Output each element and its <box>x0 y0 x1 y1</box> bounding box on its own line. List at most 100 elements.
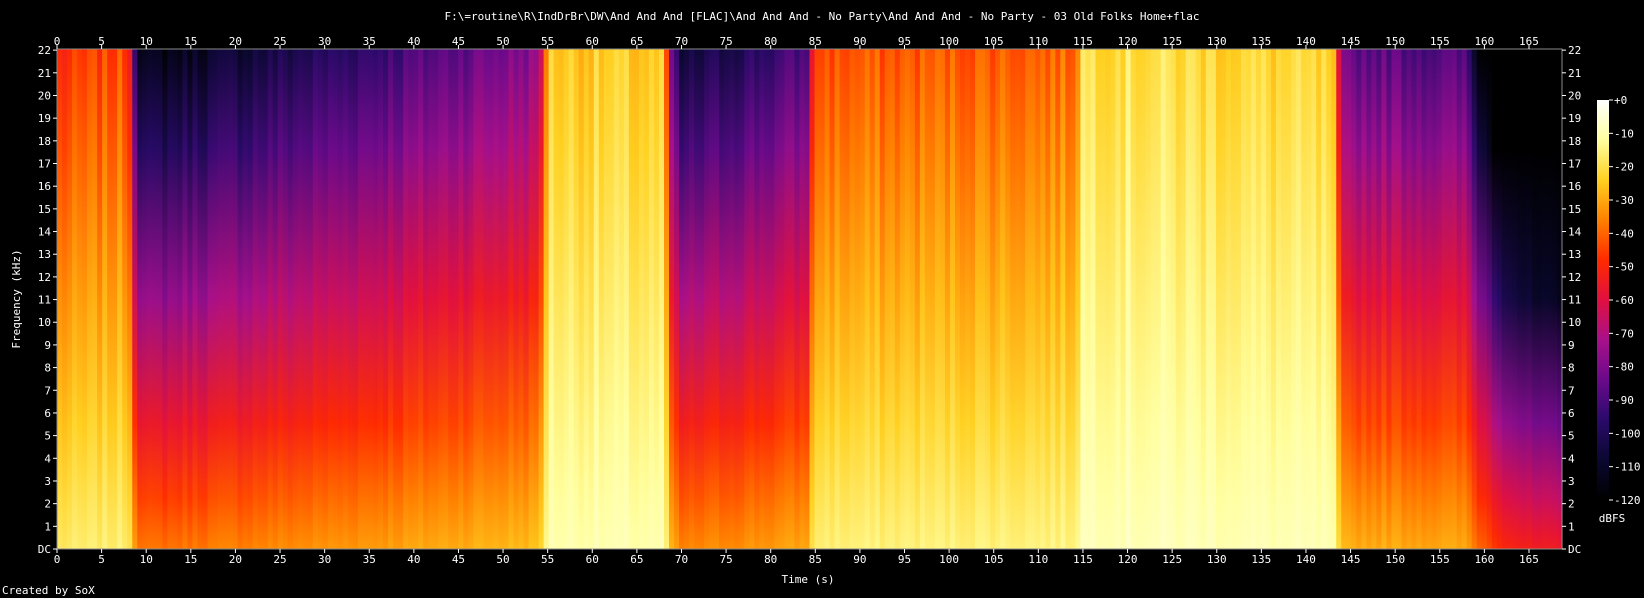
spectrogram-column <box>1045 49 1051 549</box>
colorbar-tick-label: -10 <box>1614 127 1634 140</box>
x-tick-label: 115 <box>1073 35 1093 48</box>
spectrogram-column <box>1406 49 1413 549</box>
x-tick-label: 90 <box>853 553 866 566</box>
spectrogram-column <box>438 49 444 549</box>
spectrogram-column <box>1170 49 1177 549</box>
spectrogram-column <box>292 49 299 549</box>
spectrogram-column <box>1436 49 1443 549</box>
spectrogram-column <box>378 49 384 549</box>
spectrogram-column <box>980 49 986 549</box>
spectrogram-column <box>849 49 856 549</box>
spectrogram-plot <box>57 49 1563 549</box>
x-tick-label: 60 <box>586 35 599 48</box>
spectrogram-column <box>904 49 911 549</box>
spectrogram-column <box>207 49 214 549</box>
spectrogram-column <box>864 49 871 549</box>
spectrogram-column <box>242 49 249 549</box>
spectrogram-column <box>1245 49 1252 549</box>
spectrogram-column <box>393 49 399 549</box>
spectrogram-column <box>142 49 148 549</box>
y-tick-label: 11 <box>38 294 51 307</box>
spectrogram-column <box>312 49 319 549</box>
spectrogram-column <box>1250 49 1257 549</box>
x-tick-label: 155 <box>1430 553 1450 566</box>
spectrogram-column <box>122 49 128 549</box>
spectrogram-column <box>799 49 806 549</box>
x-tick-label: 55 <box>541 553 554 566</box>
y-tick-label: 16 <box>1568 180 1581 193</box>
y-tick-label: 13 <box>38 248 51 261</box>
spectrogram-column <box>483 49 490 549</box>
spectrogram-column <box>834 49 841 549</box>
spectrogram-column <box>689 49 695 549</box>
spectrogram-column <box>659 49 665 549</box>
y-tick-label: 22 <box>1568 44 1581 57</box>
y-tick-label: 10 <box>1568 316 1581 329</box>
spectrogram-column <box>1381 49 1388 549</box>
spectrogram-column <box>1095 49 1102 549</box>
x-tick-label: 135 <box>1251 35 1271 48</box>
spectrogram-column <box>1321 49 1327 549</box>
x-tick-label: 110 <box>1028 35 1048 48</box>
spectrogram-column <box>684 49 690 549</box>
spectrogram-column <box>1441 49 1448 549</box>
x-tick-label: 165 <box>1519 35 1539 48</box>
x-tick-label: 0 <box>54 553 61 566</box>
spectrogram-column <box>87 49 93 549</box>
y-tick-label: 14 <box>38 226 52 239</box>
spectrogram-column <box>1060 49 1066 549</box>
spectrogram-column <box>819 49 826 549</box>
x-tick-label: 20 <box>229 35 242 48</box>
colorbar-tick-label: -20 <box>1614 161 1634 174</box>
spectrogram-column <box>588 49 595 549</box>
spectrogram-column <box>383 49 389 549</box>
y-tick-label: 20 <box>1568 89 1581 102</box>
spectrogram-column <box>488 49 495 549</box>
x-tick-label: 120 <box>1118 553 1138 566</box>
x-tick-label: 70 <box>675 35 688 48</box>
x-tick-label: 75 <box>719 35 732 48</box>
x-tick-label: 30 <box>318 553 331 566</box>
spectrogram-column <box>553 49 560 549</box>
x-tick-label: 145 <box>1341 553 1361 566</box>
spectrogram-column <box>914 49 921 549</box>
spectrogram-column <box>1506 49 1513 549</box>
spectrogram-column <box>1125 49 1132 549</box>
x-tick-label: 90 <box>853 35 866 48</box>
colorbar-gradient <box>1597 100 1609 500</box>
y-tick-label: 12 <box>38 271 51 284</box>
y-tick-label: 19 <box>38 112 51 125</box>
colorbar-tick-label: -110 <box>1614 461 1641 474</box>
spectrogram-column <box>1521 49 1528 549</box>
spectrogram-column <box>844 49 851 549</box>
spectrogram-column <box>1185 49 1192 549</box>
spectrogram-column <box>1080 49 1087 549</box>
x-tick-label: 55 <box>541 35 554 48</box>
spectrogram-column <box>97 49 103 549</box>
colorbar: +0 -10 -20 -30 -40 -50 -60 -70 -80 -90 -100 -110 -12… <box>1597 94 1641 507</box>
spectrogram-column <box>919 49 926 549</box>
y-tick-label: 17 <box>38 158 51 171</box>
x-tick-label: 140 <box>1296 553 1316 566</box>
y-tick-label: 6 <box>1568 407 1575 420</box>
x-tick-label: 165 <box>1519 553 1539 566</box>
spectrogram-column <box>568 49 575 549</box>
y-tick-label: DC <box>38 543 51 556</box>
spectrogram-column <box>1200 49 1207 549</box>
x-tick-label: 80 <box>764 553 777 566</box>
x-tick-label: 85 <box>809 35 822 48</box>
spectrogram-column <box>92 49 98 549</box>
spectrogram-column <box>322 49 329 549</box>
x-tick-label: 40 <box>407 553 420 566</box>
spectrogram-column <box>1165 49 1172 549</box>
x-tick-label: 130 <box>1207 35 1227 48</box>
spectrogram-column <box>769 49 775 549</box>
spectrogram-column <box>1190 49 1197 549</box>
spectrogram-column <box>117 49 123 549</box>
y-tick-label: 12 <box>1568 271 1581 284</box>
spectrogram-column <box>774 49 780 549</box>
spectrogram-column <box>764 49 770 549</box>
x-tick-label: 65 <box>630 553 643 566</box>
spectrogram-column <box>859 49 866 549</box>
y-tick-label: 17 <box>1568 158 1581 171</box>
